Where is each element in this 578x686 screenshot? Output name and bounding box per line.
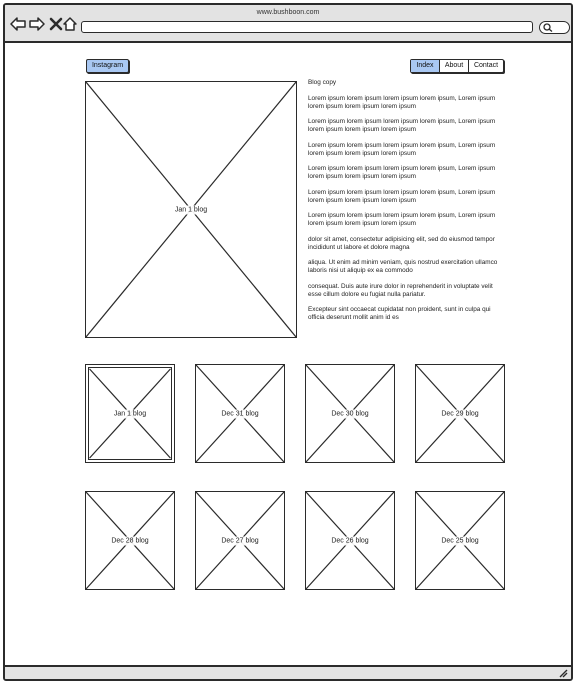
thumbnail-label: Dec 26 blog bbox=[329, 536, 371, 545]
main-nav: Index About Contact bbox=[410, 59, 504, 73]
search-icon bbox=[543, 23, 553, 32]
blog-thumbnail[interactable]: Dec 26 blog bbox=[305, 491, 395, 590]
instagram-button[interactable]: Instagram bbox=[86, 59, 129, 73]
blog-thumbnail[interactable]: Dec 31 blog bbox=[195, 364, 285, 463]
featured-image[interactable]: Jan 1 blog bbox=[85, 81, 297, 338]
home-icon[interactable] bbox=[62, 16, 78, 32]
tab-contact[interactable]: Contact bbox=[469, 60, 503, 72]
blog-paragraph: Lorem ipsum lorem ipsum lorem ipsum lore… bbox=[308, 165, 496, 180]
thumbnail-label: Dec 27 blog bbox=[219, 536, 261, 545]
resize-grip-icon[interactable] bbox=[558, 668, 568, 678]
status-bar bbox=[5, 665, 571, 679]
url-title: www.bushboon.com bbox=[256, 9, 320, 16]
thumbnail-label: Dec 30 blog bbox=[329, 409, 371, 418]
featured-image-label: Jan 1 blog bbox=[172, 205, 210, 214]
blog-paragraph: aliqua. Ut enim ad minim veniam, quis no… bbox=[308, 259, 498, 274]
blog-thumbnail[interactable]: Jan 1 blog bbox=[85, 364, 175, 463]
blog-paragraph: consequat. Duis aute irure dolor in repr… bbox=[308, 282, 493, 298]
blog-thumbnail[interactable]: Dec 30 blog bbox=[305, 364, 395, 463]
blog-paragraph: Lorem ipsum lorem ipsum lorem ipsum lore… bbox=[308, 212, 496, 227]
thumbnail-label: Dec 31 blog bbox=[219, 409, 261, 418]
blog-paragraph: dolor sit amet, consectetur adipisicing … bbox=[308, 235, 495, 251]
thumbnail-label: Dec 28 blog bbox=[109, 536, 151, 545]
browser-window: www.bushboon.com Instagram Index About C… bbox=[3, 3, 573, 681]
blog-paragraph: Lorem ipsum lorem ipsum lorem ipsum lore… bbox=[308, 188, 496, 204]
forward-arrow-icon[interactable] bbox=[29, 16, 45, 32]
blog-paragraph: Excepteur sint occaecat cupidatat non pr… bbox=[308, 306, 491, 321]
browser-toolbar: www.bushboon.com bbox=[5, 5, 571, 43]
blog-thumbnail[interactable]: Dec 28 blog bbox=[85, 491, 175, 590]
tab-about[interactable]: About bbox=[440, 60, 469, 72]
blog-thumbnail[interactable]: Dec 25 blog bbox=[415, 491, 505, 590]
blog-paragraph: Lorem ipsum lorem ipsum lorem ipsum lore… bbox=[308, 141, 496, 157]
blog-thumbnail[interactable]: Dec 29 blog bbox=[415, 364, 505, 463]
blog-paragraph: Lorem ipsum lorem ipsum lorem ipsum lore… bbox=[308, 94, 496, 110]
blog-copy: Blog copy Lorem ipsum lorem ipsum lorem … bbox=[308, 79, 504, 330]
address-bar[interactable] bbox=[81, 21, 533, 33]
browser-search[interactable] bbox=[539, 21, 570, 34]
blog-thumbnail[interactable]: Dec 27 blog bbox=[195, 491, 285, 590]
thumbnail-label: Dec 25 blog bbox=[439, 536, 481, 545]
image-placeholder-icon bbox=[86, 365, 174, 462]
tab-index[interactable]: Index bbox=[411, 60, 440, 72]
back-arrow-icon[interactable] bbox=[10, 16, 26, 32]
blog-title: Blog copy bbox=[308, 79, 337, 86]
blog-paragraph: Lorem ipsum lorem ipsum lorem ipsum lore… bbox=[308, 118, 496, 133]
thumbnail-label: Dec 29 blog bbox=[439, 409, 481, 418]
thumbnail-label: Jan 1 blog bbox=[111, 409, 149, 418]
